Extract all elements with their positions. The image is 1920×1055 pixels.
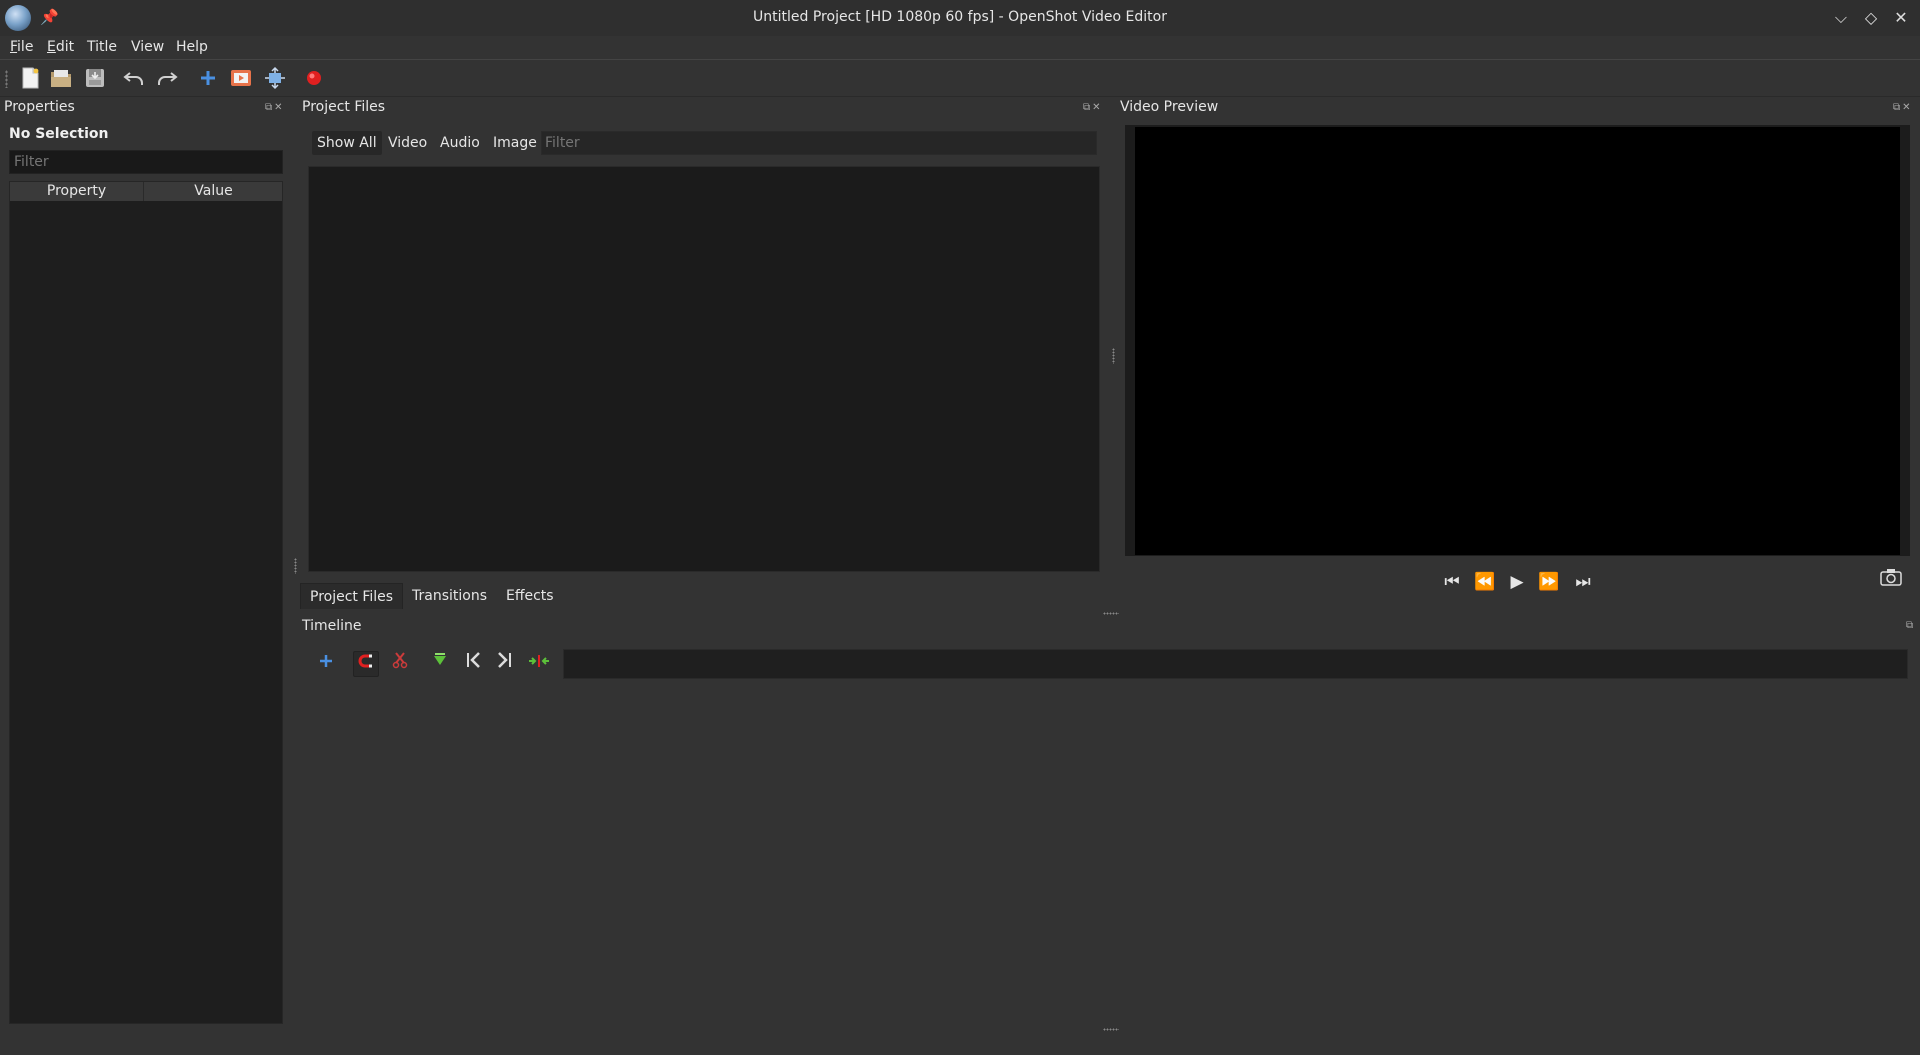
- profile-icon[interactable]: [229, 66, 253, 90]
- video-preview-dock-buttons[interactable]: ⧉✕: [1893, 102, 1913, 113]
- import-files-icon[interactable]: [196, 66, 220, 90]
- menu-view[interactable]: View: [131, 39, 164, 55]
- add-marker-icon[interactable]: [427, 651, 453, 677]
- menu-help[interactable]: Help: [176, 39, 208, 55]
- toolbar-grip-handle[interactable]: [5, 70, 8, 88]
- undo-icon[interactable]: [122, 66, 146, 90]
- timeline-dock-buttons[interactable]: ⧉: [1906, 620, 1915, 631]
- project-files-filter-input[interactable]: [541, 131, 1097, 155]
- snapping-icon[interactable]: [353, 651, 379, 677]
- menu-bar: File Edit Title View Help: [0, 36, 1920, 60]
- record-icon[interactable]: [302, 66, 326, 90]
- project-files-list[interactable]: [308, 166, 1100, 572]
- selection-label: No Selection: [9, 126, 109, 142]
- filter-image-tab[interactable]: Image: [488, 131, 542, 155]
- properties-table[interactable]: [9, 181, 283, 1024]
- window-title: Untitled Project [HD 1080p 60 fps] - Ope…: [753, 9, 1167, 25]
- close-window-button[interactable]: ✕: [1890, 7, 1912, 29]
- properties-dock-buttons[interactable]: ⧉✕: [265, 102, 285, 113]
- minimize-button[interactable]: ⌵: [1830, 7, 1852, 29]
- title-bar: Untitled Project [HD 1080p 60 fps] - Ope…: [0, 0, 1920, 36]
- timeline-ruler[interactable]: [563, 649, 1908, 679]
- save-project-icon[interactable]: [83, 66, 107, 90]
- play-button[interactable]: ▶: [1504, 570, 1530, 594]
- camera-icon[interactable]: [1878, 568, 1904, 592]
- bottom-resize-handle[interactable]: [1103, 1028, 1119, 1031]
- timeline-title: Timeline: [302, 618, 362, 634]
- video-preview-screen[interactable]: [1135, 127, 1900, 555]
- center-playhead-icon[interactable]: [526, 651, 552, 677]
- next-marker-icon[interactable]: [492, 651, 518, 677]
- filter-audio-tab[interactable]: Audio: [435, 131, 485, 155]
- project-files-dock-buttons[interactable]: ⧉✕: [1083, 102, 1103, 113]
- openshot-logo-icon[interactable]: [5, 5, 31, 31]
- tab-effects[interactable]: Effects: [497, 583, 563, 609]
- value-column-header[interactable]: Value: [145, 182, 282, 201]
- rewind-button[interactable]: ⏪: [1472, 570, 1498, 594]
- project-files-title: Project Files: [302, 99, 386, 115]
- jump-to-end-button[interactable]: ⏭: [1570, 570, 1596, 594]
- tab-transitions[interactable]: Transitions: [403, 583, 496, 609]
- main-toolbar: [0, 61, 1920, 97]
- open-project-icon[interactable]: [49, 66, 73, 90]
- timeline-resize-handle[interactable]: [1103, 612, 1119, 615]
- pin-icon[interactable]: 📌: [40, 8, 59, 26]
- redo-icon[interactable]: [155, 66, 179, 90]
- preview-resize-handle[interactable]: [1112, 348, 1115, 364]
- filter-show-all-tab[interactable]: Show All: [312, 131, 382, 155]
- property-column-header[interactable]: Property: [10, 182, 144, 201]
- properties-table-header: Property Value: [10, 182, 282, 201]
- properties-filter-input[interactable]: [9, 150, 283, 174]
- properties-resize-handle[interactable]: [294, 558, 297, 574]
- menu-file[interactable]: File: [10, 39, 33, 55]
- menu-edit[interactable]: Edit: [47, 39, 74, 55]
- menu-title[interactable]: Title: [87, 39, 117, 55]
- maximize-button[interactable]: ◇: [1860, 7, 1882, 29]
- razor-icon[interactable]: [387, 651, 413, 677]
- add-track-icon[interactable]: [313, 651, 339, 677]
- jump-to-start-button[interactable]: ⏮: [1439, 570, 1465, 594]
- previous-marker-icon[interactable]: [460, 651, 486, 677]
- video-preview-title: Video Preview: [1120, 99, 1219, 115]
- fullscreen-icon[interactable]: [263, 66, 287, 90]
- filter-video-tab[interactable]: Video: [383, 131, 432, 155]
- tab-project-files[interactable]: Project Files: [300, 583, 404, 609]
- new-project-icon[interactable]: [18, 66, 42, 90]
- fast-forward-button[interactable]: ⏩: [1536, 570, 1562, 594]
- properties-title: Properties: [4, 99, 75, 115]
